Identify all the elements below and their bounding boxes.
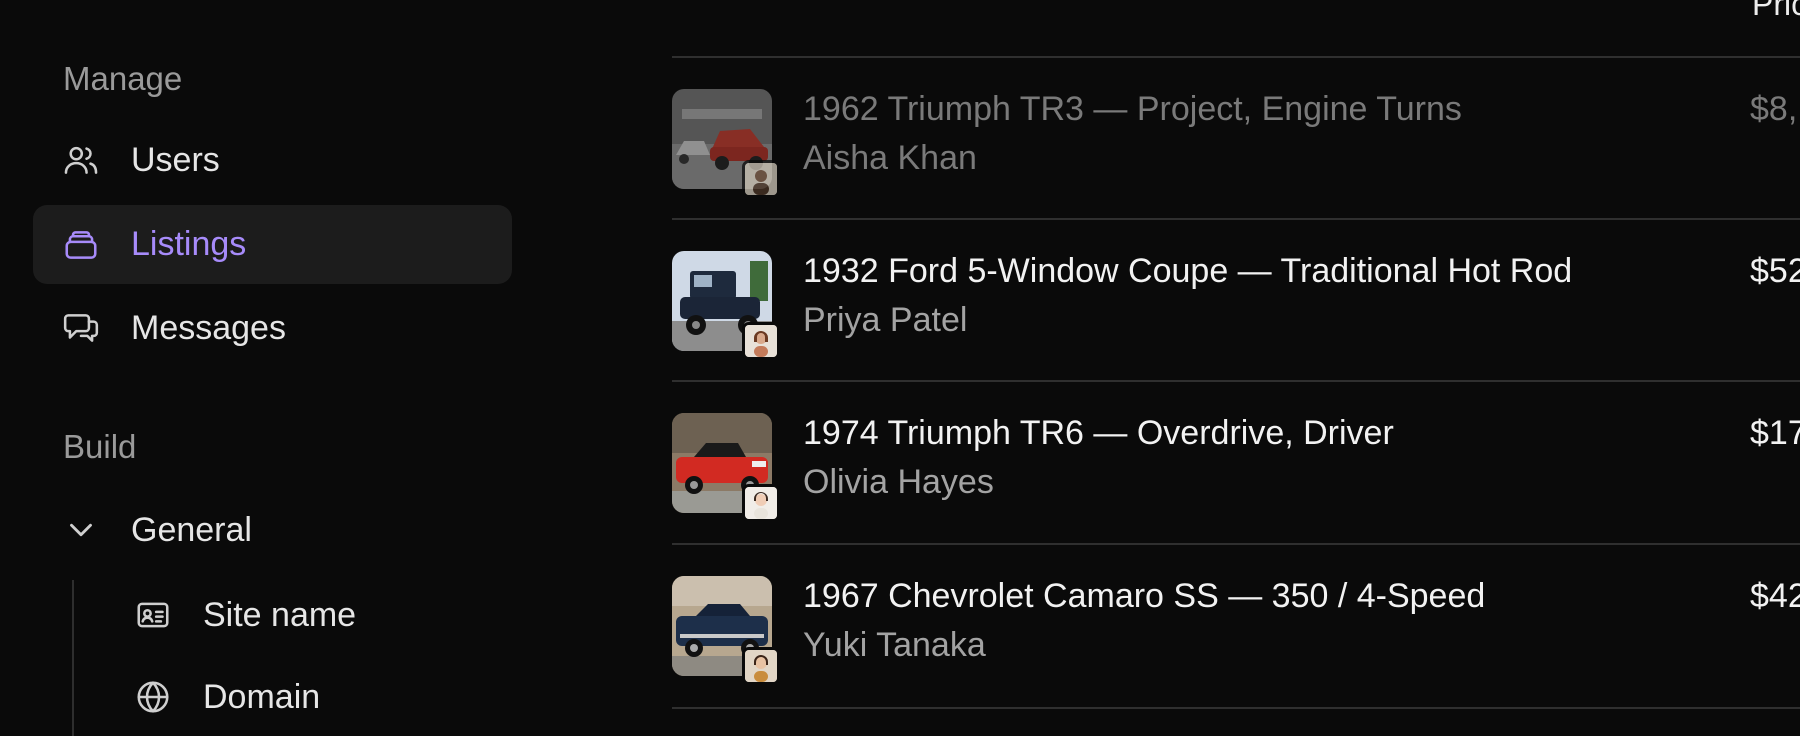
table-row[interactable]: 1974 Triumph TR6 — Overdrive, Driver Oli… [672, 382, 1800, 542]
sidebar-subitem-label: Domain [203, 677, 321, 716]
sidebar-item-label: Users [131, 140, 220, 179]
listing-price: $52 [1750, 252, 1800, 290]
table-row[interactable]: 1962 Triumph TR3 — Project, Engine Turns… [672, 58, 1800, 218]
listing-title: 1932 Ford 5-Window Coupe — Traditional H… [803, 252, 1573, 290]
globe-icon [133, 677, 173, 717]
sidebar-item-label: General [131, 510, 252, 549]
sidebar-subitem-domain[interactable]: Domain [103, 662, 523, 732]
owner-avatar [742, 322, 780, 360]
listing-owner: Priya Patel [803, 301, 968, 339]
section-label-build: Build [63, 428, 137, 465]
listing-title: 1967 Chevrolet Camaro SS — 350 / 4-Speed [803, 577, 1486, 615]
column-header-price[interactable]: Pric [1752, 0, 1800, 23]
listing-title: 1974 Triumph TR6 — Overdrive, Driver [803, 414, 1394, 452]
listings-table: Pric 1962 Triumph TR3 — Project, Engine … [672, 0, 1800, 736]
id-card-icon [133, 595, 173, 635]
table-row[interactable]: 1932 Ford 5-Window Coupe — Traditional H… [672, 220, 1800, 380]
sidebar-item-label: Listings [131, 225, 247, 263]
sidebar-item-listings[interactable]: Listings [33, 205, 512, 284]
sidebar-subitem-site-name[interactable]: Site name [103, 580, 523, 650]
layers-icon [61, 225, 101, 265]
row-divider [672, 707, 1800, 709]
owner-avatar [742, 647, 780, 685]
listing-title: 1962 Triumph TR3 — Project, Engine Turns [803, 90, 1462, 128]
chevron-down-icon [61, 510, 101, 550]
sidebar-subitem-label: Site name [203, 595, 357, 634]
listing-price: $8, [1750, 90, 1798, 128]
owner-avatar [742, 484, 780, 522]
sidebar-item-label: Messages [131, 308, 286, 347]
section-label-manage: Manage [63, 60, 183, 97]
table-row[interactable]: 1967 Chevrolet Camaro SS — 350 / 4-Speed… [672, 545, 1800, 705]
sidebar: Manage Users Listings Messages Build Gen… [0, 0, 600, 736]
listing-owner: Yuki Tanaka [803, 626, 986, 664]
owner-avatar [742, 160, 780, 198]
sidebar-item-messages[interactable]: Messages [33, 292, 512, 364]
sidebar-item-general[interactable]: General [33, 494, 512, 566]
chat-bubbles-icon [61, 308, 101, 348]
listing-owner: Olivia Hayes [803, 463, 994, 501]
listing-price: $42 [1750, 577, 1800, 615]
users-icon [61, 140, 101, 180]
sidebar-item-users[interactable]: Users [33, 124, 512, 196]
listing-owner: Aisha Khan [803, 139, 977, 177]
listing-price: $17 [1750, 414, 1800, 452]
tree-guide-line [72, 580, 74, 736]
